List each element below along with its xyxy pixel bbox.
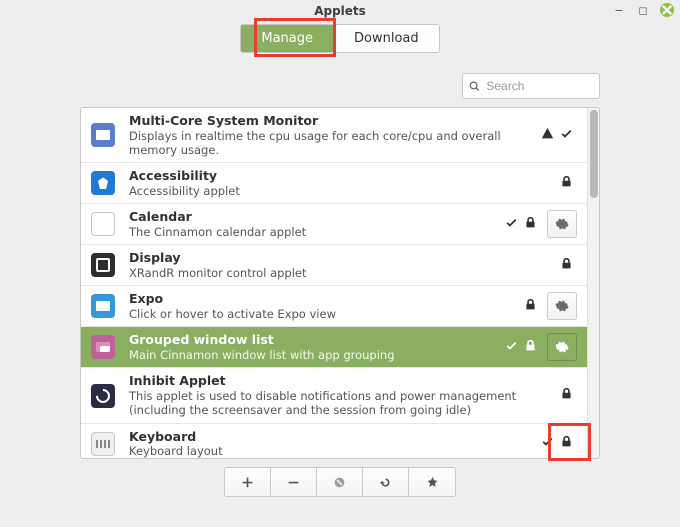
applet-texts: Multi-Core System MonitorDisplays in rea… — [129, 113, 535, 157]
applet-desc: Click or hover to activate Expo view — [129, 307, 518, 321]
check-icon — [505, 339, 518, 356]
search-icon — [469, 80, 480, 93]
applet-status — [560, 257, 573, 274]
lock-icon — [524, 298, 537, 315]
applet-title: Keyboard — [129, 429, 535, 445]
applet-row-expo[interactable]: ExpoClick or hover to activate Expo view — [81, 286, 587, 327]
scrollbar[interactable] — [587, 108, 599, 458]
window-controls: − ◻ — [612, 3, 674, 17]
applet-status — [524, 298, 537, 315]
search-row — [0, 67, 680, 107]
remove-button[interactable] — [271, 468, 317, 496]
lock-icon — [524, 339, 537, 356]
applet-desc: Main Cinnamon window list with app group… — [129, 348, 499, 362]
applet-texts: ExpoClick or hover to activate Expo view — [129, 291, 518, 321]
tab-download[interactable]: Download — [334, 25, 439, 52]
applet-texts: Inhibit AppletThis applet is used to dis… — [129, 373, 554, 417]
configure-button-calendar[interactable] — [547, 210, 577, 238]
check-icon — [505, 216, 518, 233]
applet-texts: CalendarThe Cinnamon calendar applet — [129, 209, 499, 239]
applet-row-group[interactable]: Grouped window listMain Cinnamon window … — [81, 327, 587, 368]
lock-icon — [560, 435, 573, 452]
applet-desc: Displays in realtime the cpu usage for e… — [129, 129, 535, 158]
expo-icon — [91, 294, 115, 318]
more-button[interactable] — [409, 468, 455, 496]
applet-texts: AccessibilityAccessibility applet — [129, 168, 554, 198]
calendar-icon — [91, 212, 115, 236]
close-button[interactable] — [660, 3, 674, 17]
applet-desc: Accessibility applet — [129, 184, 554, 198]
applet-status — [541, 127, 573, 144]
applet-desc: This applet is used to disable notificat… — [129, 389, 554, 418]
disable-button[interactable] — [317, 468, 363, 496]
applet-texts: DisplayXRandR monitor control applet — [129, 250, 554, 280]
titlebar: Applets − ◻ — [0, 0, 680, 22]
warning-icon — [541, 127, 554, 144]
tab-manage[interactable]: Manage — [241, 25, 334, 52]
applet-list-frame: Multi-Core System MonitorDisplays in rea… — [80, 107, 600, 459]
applet-title: Accessibility — [129, 168, 554, 184]
lock-icon — [560, 257, 573, 274]
scrollbar-thumb[interactable] — [590, 110, 598, 198]
configure-button-expo[interactable] — [547, 292, 577, 320]
applet-texts: Grouped window listMain Cinnamon window … — [129, 332, 499, 362]
check-icon — [541, 435, 554, 452]
search-box[interactable] — [462, 73, 600, 99]
applet-status — [560, 175, 573, 192]
group-icon — [91, 335, 115, 359]
check-icon — [560, 127, 573, 144]
applet-title: Grouped window list — [129, 332, 499, 348]
maximize-button[interactable]: ◻ — [636, 3, 650, 17]
applet-title: Multi-Core System Monitor — [129, 113, 535, 129]
lock-icon — [560, 387, 573, 404]
lock-icon — [560, 175, 573, 192]
applet-title: Inhibit Applet — [129, 373, 554, 389]
applet-list: Multi-Core System MonitorDisplays in rea… — [81, 108, 587, 458]
tabs: Manage Download — [240, 24, 439, 53]
applet-title: Expo — [129, 291, 518, 307]
keyboard-icon — [91, 432, 115, 456]
applet-row-calendar[interactable]: CalendarThe Cinnamon calendar applet — [81, 204, 587, 245]
applet-status — [505, 339, 537, 356]
applet-title: Calendar — [129, 209, 499, 225]
applet-row-keyboard[interactable]: KeyboardKeyboard layout — [81, 424, 587, 458]
footer-button-group — [224, 467, 456, 497]
applet-texts: KeyboardKeyboard layout — [129, 429, 535, 458]
applet-status — [560, 387, 573, 404]
applet-status — [505, 216, 537, 233]
applet-title: Display — [129, 250, 554, 266]
applet-row-inhibit[interactable]: Inhibit AppletThis applet is used to dis… — [81, 368, 587, 423]
configure-button-group[interactable] — [547, 333, 577, 361]
applet-row-display[interactable]: DisplayXRandR monitor control applet — [81, 245, 587, 286]
applet-desc: The Cinnamon calendar applet — [129, 225, 499, 239]
add-button[interactable] — [225, 468, 271, 496]
applet-row-monitor[interactable]: Multi-Core System MonitorDisplays in rea… — [81, 108, 587, 163]
applet-row-access[interactable]: AccessibilityAccessibility applet — [81, 163, 587, 204]
minimize-button[interactable]: − — [612, 3, 626, 17]
monitor-icon — [91, 123, 115, 147]
applet-desc: XRandR monitor control applet — [129, 266, 554, 280]
undo-button[interactable] — [363, 468, 409, 496]
search-input[interactable] — [484, 78, 593, 94]
window-title: Applets — [314, 4, 366, 18]
display-icon — [91, 253, 115, 277]
footer-toolbar — [80, 467, 600, 497]
lock-icon — [524, 216, 537, 233]
applet-desc: Keyboard layout — [129, 444, 535, 458]
applet-status — [541, 435, 573, 452]
tabs-row: Manage Download — [0, 22, 680, 67]
list-wrap: Multi-Core System MonitorDisplays in rea… — [0, 107, 680, 459]
access-icon — [91, 171, 115, 195]
inhibit-icon — [91, 384, 115, 408]
